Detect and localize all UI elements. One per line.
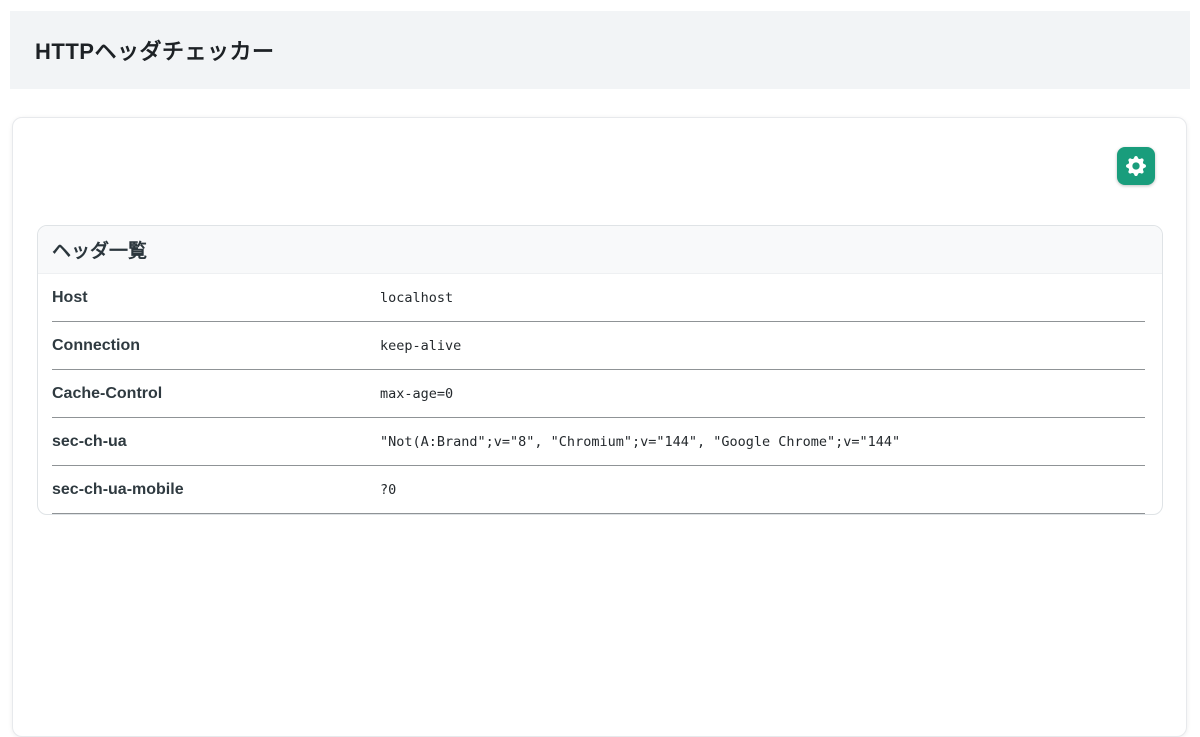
headers-table: Host localhost Connection keep-alive Cac… bbox=[38, 274, 1162, 514]
page-title: HTTPヘッダチェッカー bbox=[35, 39, 275, 64]
header-name: Connection bbox=[52, 336, 140, 354]
headers-card-header: ヘッダ一覧 bbox=[38, 226, 1162, 274]
settings-button[interactable] bbox=[1117, 147, 1155, 185]
page: HTTPヘッダチェッカー ヘッダ一覧 Host localhost Connec… bbox=[0, 11, 1200, 737]
table-row-host: Host localhost bbox=[52, 274, 1145, 322]
headers-card-title: ヘッダ一覧 bbox=[52, 241, 148, 262]
header-value: "Not(A:Brand";v="8", "Chromium";v="144",… bbox=[380, 433, 901, 450]
headers-card: ヘッダ一覧 Host localhost Connection keep-ali… bbox=[37, 225, 1163, 515]
gear-icon bbox=[1126, 156, 1146, 176]
header-name: sec-ch-ua-mobile bbox=[52, 480, 184, 498]
header-value: ?0 bbox=[380, 481, 397, 498]
header-name: Host bbox=[52, 288, 88, 306]
header-name: sec-ch-ua bbox=[52, 432, 127, 450]
header-value: localhost bbox=[380, 289, 454, 306]
table-row-sec-ch-ua-mobile: sec-ch-ua-mobile ?0 bbox=[52, 466, 1145, 514]
table-row-cache-control: Cache-Control max-age=0 bbox=[52, 370, 1145, 418]
header-value: max-age=0 bbox=[380, 385, 454, 402]
header-name: Cache-Control bbox=[52, 384, 163, 402]
header-value: keep-alive bbox=[380, 337, 462, 354]
table-row-connection: Connection keep-alive bbox=[52, 322, 1145, 370]
main-card: ヘッダ一覧 Host localhost Connection keep-ali… bbox=[12, 117, 1187, 737]
app-header: HTTPヘッダチェッカー bbox=[10, 11, 1190, 89]
table-row-sec-ch-ua: sec-ch-ua "Not(A:Brand";v="8", "Chromium… bbox=[52, 418, 1145, 466]
